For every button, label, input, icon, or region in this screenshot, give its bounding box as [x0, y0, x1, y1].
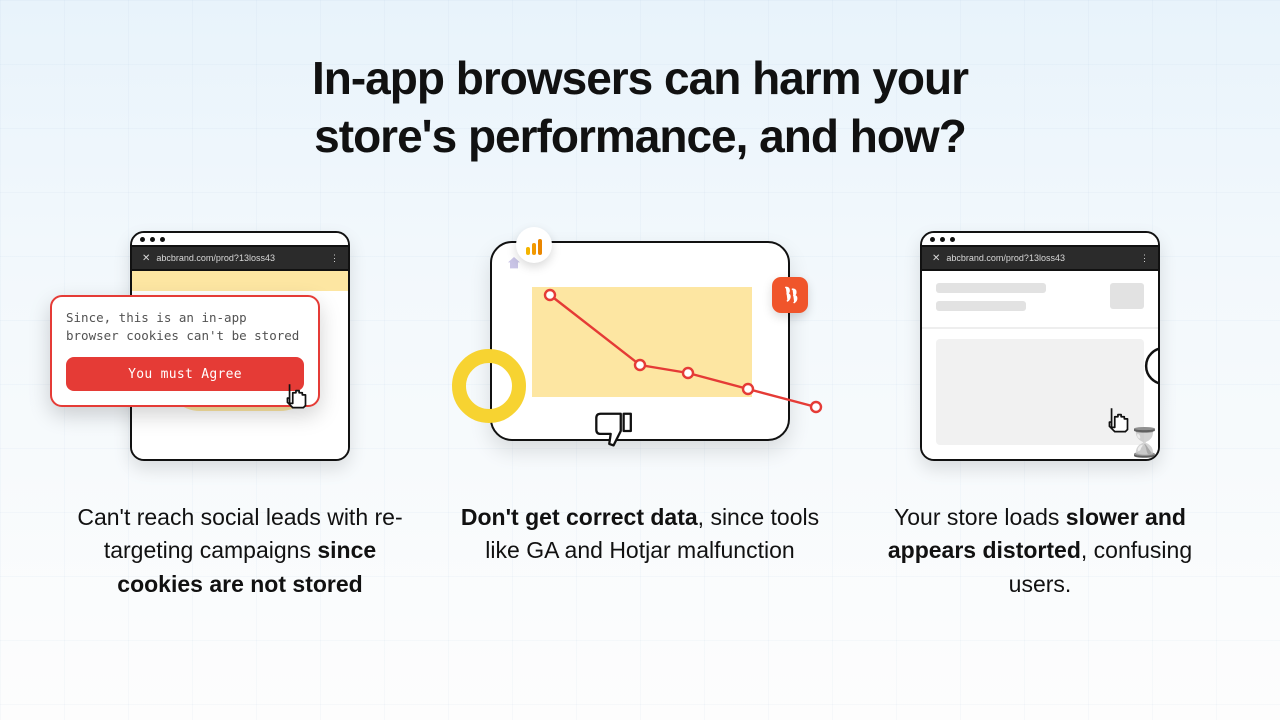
- ga-bar-icon: [538, 239, 542, 255]
- google-analytics-icon: [516, 227, 552, 263]
- window-dot-icon: [140, 237, 145, 242]
- url-text: abcbrand.com/prod?13loss43: [156, 253, 275, 263]
- column-cookies: ✕ abcbrand.com/prod?13loss43 ⋮ Since, th…: [60, 225, 420, 601]
- page-title: In-app browsers can harm your store's pe…: [312, 50, 968, 165]
- chart-line: [550, 295, 816, 407]
- browser-window: ✕ abcbrand.com/prod?13loss43 ⋮: [920, 231, 1160, 461]
- skeleton-line: [936, 301, 1026, 311]
- illustration-analytics: [460, 225, 820, 475]
- window-dot-icon: [930, 237, 935, 242]
- skeleton-line: [936, 283, 1046, 293]
- window-dot-icon: [160, 237, 165, 242]
- window-controls: [132, 233, 348, 247]
- window-dot-icon: [150, 237, 155, 242]
- window-dot-icon: [950, 237, 955, 242]
- caption-a: Don't get correct data: [461, 504, 698, 530]
- skeleton-block: [1110, 283, 1144, 309]
- url-text: abcbrand.com/prod?13loss43: [946, 253, 1065, 263]
- ga-bar-icon: [532, 243, 536, 255]
- hourglass-icon: ⌛: [1127, 426, 1160, 459]
- title-line-2: store's performance, and how?: [314, 110, 966, 162]
- agree-button-label: You must Agree: [128, 367, 242, 382]
- address-bar: ✕ abcbrand.com/prod?13loss43 ⋮: [922, 247, 1158, 269]
- columns: ✕ abcbrand.com/prod?13loss43 ⋮ Since, th…: [60, 225, 1220, 601]
- clock-icon: [1142, 344, 1160, 393]
- chart-point: [545, 290, 555, 300]
- window-dot-icon: [940, 237, 945, 242]
- chart-point: [743, 384, 753, 394]
- caption-cookies: Can't reach social leads with re-targeti…: [60, 501, 420, 601]
- placeholder-band: [132, 271, 348, 291]
- illustration-cookies: ✕ abcbrand.com/prod?13loss43 ⋮ Since, th…: [60, 225, 420, 475]
- agree-button[interactable]: You must Agree: [66, 357, 304, 391]
- thumbs-down-icon: [592, 408, 638, 459]
- column-performance: ✕ abcbrand.com/prod?13loss43 ⋮: [860, 225, 1220, 601]
- close-icon: ✕: [142, 253, 150, 264]
- page: In-app browsers can harm your store's pe…: [0, 0, 1280, 720]
- chart-point: [811, 402, 821, 412]
- address-bar: ✕ abcbrand.com/prod?13loss43 ⋮: [132, 247, 348, 269]
- ga-bar-icon: [526, 247, 530, 255]
- cookie-modal-text: Since, this is an in-app browser cookies…: [66, 309, 304, 345]
- chart-point: [635, 360, 645, 370]
- close-icon: ✕: [932, 253, 940, 264]
- title-line-1: In-app browsers can harm your: [312, 52, 968, 104]
- home-icon: [506, 255, 522, 275]
- divider: [922, 327, 1158, 329]
- caption-a: Your store loads: [894, 504, 1066, 530]
- cookie-modal: Since, this is an in-app browser cookies…: [50, 295, 320, 407]
- browser-body: ⌛: [922, 269, 1158, 459]
- caption-analytics: Don't get correct data, since tools like…: [460, 501, 820, 568]
- caption-performance: Your store loads slower and appears dist…: [860, 501, 1220, 601]
- analytics-panel: [490, 241, 790, 441]
- line-chart: [532, 273, 822, 423]
- illustration-performance: ✕ abcbrand.com/prod?13loss43 ⋮: [860, 225, 1220, 475]
- column-analytics: Don't get correct data, since tools like…: [460, 225, 820, 601]
- chart-point: [683, 368, 693, 378]
- window-controls: [922, 233, 1158, 247]
- menu-kebab-icon: ⋮: [1140, 253, 1150, 264]
- menu-kebab-icon: ⋮: [330, 253, 340, 264]
- ring-icon: [452, 349, 526, 423]
